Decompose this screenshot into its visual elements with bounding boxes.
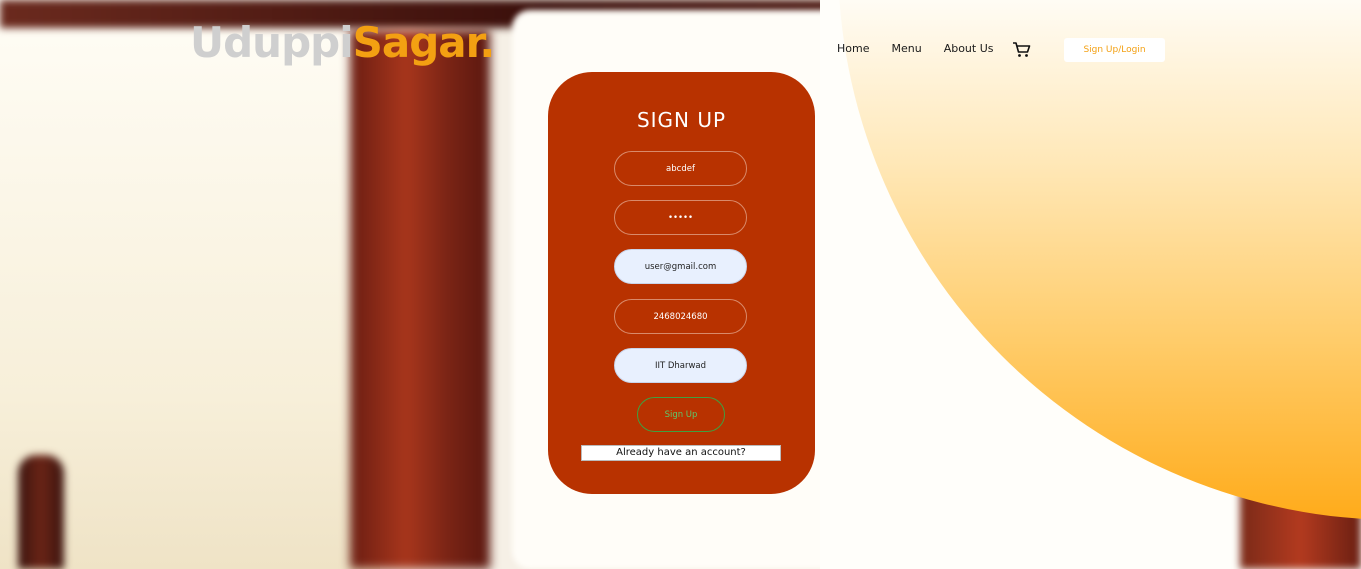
address-field[interactable] [614,348,747,383]
login-link[interactable]: Already have an account? [581,445,781,461]
signup-card: SIGN UP Sign Up Already have an account? [548,72,815,494]
phone-field[interactable] [614,299,747,334]
shopping-cart-icon[interactable] [1012,40,1032,60]
site-logo[interactable]: UduppiSagar. [190,18,496,67]
logo-text-primary: Uduppi [190,18,354,67]
signup-title: SIGN UP [636,108,727,132]
main-nav: Home Menu About Us [837,42,1016,55]
signup-login-button[interactable]: Sign Up/Login [1064,38,1165,62]
nav-about-us[interactable]: About Us [944,42,994,55]
logo-text-accent: Sagar. [352,18,496,67]
password-field[interactable] [614,200,747,235]
signup-submit-button[interactable]: Sign Up [637,397,725,432]
username-field[interactable] [614,151,747,186]
nav-menu[interactable]: Menu [891,42,921,55]
nav-home[interactable]: Home [837,42,869,55]
email-field[interactable] [614,249,747,284]
